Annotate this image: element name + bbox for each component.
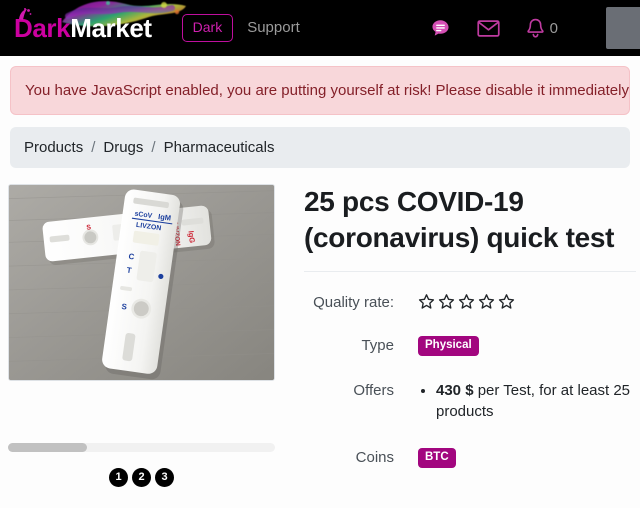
- navbar-left-actions: Dark Support: [181, 14, 300, 42]
- avatar[interactable]: [606, 7, 640, 49]
- detail-label-offers: Offers: [353, 381, 394, 399]
- alert-container: You have JavaScript enabled, you are put…: [0, 56, 640, 115]
- detail-label-quality-rate: Quality rate:: [313, 294, 394, 312]
- offers-list: 430 $ per Test, for at least 25 products: [418, 380, 636, 424]
- javascript-warning-banner: You have JavaScript enabled, you are put…: [10, 66, 630, 115]
- offer-price: 430 $: [436, 381, 474, 399]
- paint-drip-icon: [19, 8, 32, 20]
- offer-item: 430 $ per Test, for at least 25 products: [436, 380, 636, 424]
- star-icon-2[interactable]: [438, 293, 455, 310]
- breadcrumb-separator: /: [91, 139, 96, 156]
- envelope-icon[interactable]: [477, 19, 500, 38]
- breadcrumb-container: Products / Drugs / Pharmaceuticals: [0, 115, 640, 168]
- gallery-scrollbar-thumb[interactable]: [8, 443, 87, 452]
- chat-bubble-glyph: [432, 19, 449, 36]
- product-info: 25 pcs COVID-19 (coronavirus) quick test…: [290, 184, 640, 487]
- type-badge: Physical: [418, 336, 479, 356]
- gallery-pagination: 1 2 3: [8, 468, 275, 487]
- star-icon-5[interactable]: [498, 293, 515, 310]
- product-gallery: S sCoV LIVZON IgG sCoV IgM LIVZON: [0, 184, 290, 487]
- covid-test-photo: S sCoV LIVZON IgG sCoV IgM LIVZON: [9, 185, 274, 380]
- top-navbar: DarkMarket Dark Support 0: [0, 0, 640, 56]
- coin-badge-btc[interactable]: BTC: [418, 448, 456, 468]
- gallery-dot-1[interactable]: 1: [109, 468, 128, 487]
- breadcrumb-separator: /: [151, 139, 156, 156]
- svg-text:IgM: IgM: [158, 212, 172, 223]
- detail-label-coins: Coins: [355, 449, 394, 467]
- brand-name-market: Market: [70, 13, 152, 43]
- gallery-dot-3[interactable]: 3: [155, 468, 174, 487]
- breadcrumb-item-pharmaceuticals[interactable]: Pharmaceuticals: [164, 139, 275, 156]
- product-image[interactable]: S sCoV LIVZON IgG sCoV IgM LIVZON: [8, 184, 275, 381]
- star-icon-1[interactable]: [418, 293, 435, 310]
- star-icon-4[interactable]: [478, 293, 495, 310]
- notifications-button[interactable]: 0: [526, 18, 558, 39]
- detail-row-quality-rate: Quality rate:: [304, 292, 636, 311]
- theme-toggle-button[interactable]: Dark: [181, 14, 234, 42]
- envelope-glyph: [477, 19, 500, 37]
- nav-link-support[interactable]: Support: [247, 19, 300, 36]
- star-icon-3[interactable]: [458, 293, 475, 310]
- title-divider: [304, 271, 636, 273]
- detail-row-offers: Offers 430 $ per Test, for at least 25 p…: [304, 380, 636, 424]
- detail-row-type: Type Physical: [304, 335, 636, 356]
- chat-bubble-icon[interactable]: [430, 18, 451, 39]
- detail-row-coins: Coins BTC: [304, 447, 636, 468]
- breadcrumb: Products / Drugs / Pharmaceuticals: [10, 127, 630, 168]
- page-root: DarkMarket Dark Support 0 You have JavaS…: [0, 0, 640, 508]
- breadcrumb-item-products[interactable]: Products: [24, 139, 83, 156]
- product-detail-content: S sCoV LIVZON IgG sCoV IgM LIVZON: [0, 168, 640, 487]
- brand-logo[interactable]: DarkMarket: [8, 0, 186, 56]
- quality-rating-stars[interactable]: [418, 292, 515, 310]
- detail-label-type: Type: [361, 337, 394, 355]
- svg-text:IgG: IgG: [187, 230, 197, 243]
- gallery-scrollbar[interactable]: [8, 443, 275, 452]
- bell-icon: [526, 18, 544, 38]
- page-title: 25 pcs COVID-19 (coronavirus) quick test: [304, 186, 615, 253]
- breadcrumb-item-drugs[interactable]: Drugs: [103, 139, 143, 156]
- gallery-dot-2[interactable]: 2: [132, 468, 151, 487]
- navbar-right-icons: 0: [430, 0, 640, 56]
- notification-count: 0: [549, 19, 558, 37]
